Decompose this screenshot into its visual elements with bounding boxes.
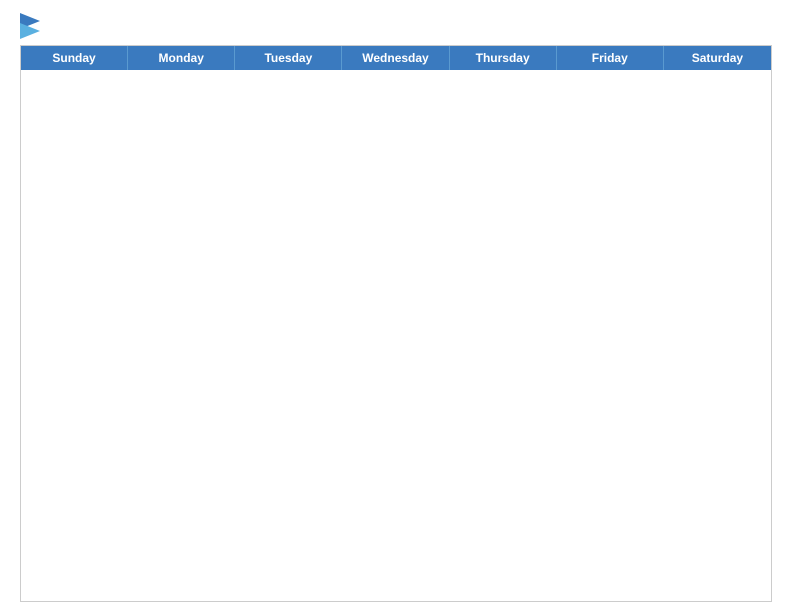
calendar-body (21, 70, 771, 601)
header (20, 15, 772, 41)
logo-icon (20, 13, 40, 41)
header-day-thursday: Thursday (450, 46, 557, 70)
page: SundayMondayTuesdayWednesdayThursdayFrid… (0, 0, 792, 612)
logo (20, 15, 42, 41)
header-day-wednesday: Wednesday (342, 46, 449, 70)
header-day-tuesday: Tuesday (235, 46, 342, 70)
header-day-saturday: Saturday (664, 46, 771, 70)
calendar: SundayMondayTuesdayWednesdayThursdayFrid… (20, 45, 772, 602)
calendar-header: SundayMondayTuesdayWednesdayThursdayFrid… (21, 46, 771, 70)
header-day-monday: Monday (128, 46, 235, 70)
header-day-sunday: Sunday (21, 46, 128, 70)
header-day-friday: Friday (557, 46, 664, 70)
